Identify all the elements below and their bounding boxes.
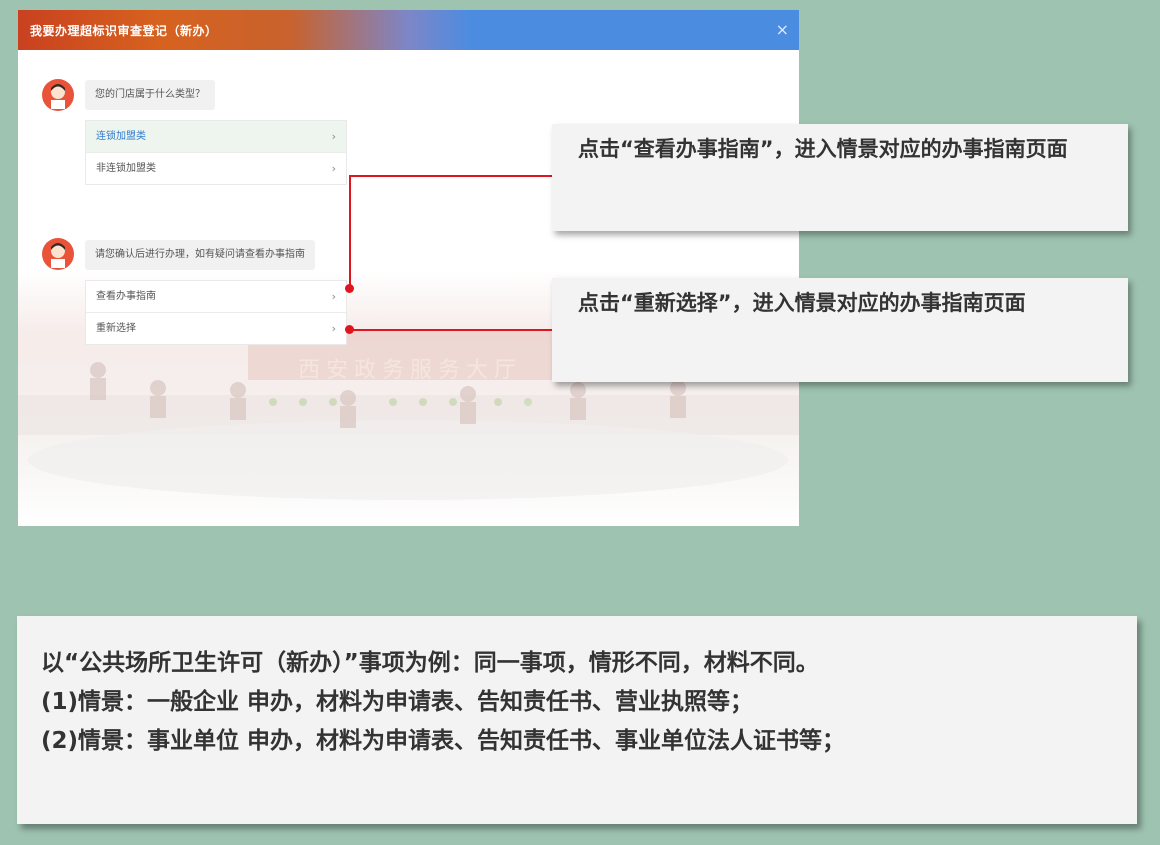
option-chain-franchise[interactable]: 连锁加盟类 ›: [86, 121, 346, 153]
question-bubble-2: 请您确认后进行办理，如有疑问请查看办事指南: [85, 240, 315, 270]
option-label: 连锁加盟类: [96, 131, 146, 142]
avatar-icon: [51, 243, 65, 268]
option-list-1: 连锁加盟类 › 非连锁加盟类 ›: [85, 120, 347, 185]
question-bubble-1: 您的门店属于什么类型？: [85, 80, 215, 110]
info-box: 以“公共场所卫生许可（新办）”事项为例：同一事项，情形不同，材料不同。 (1)情…: [17, 616, 1137, 824]
callout-reselect: 点击“重新选择”，进入情景对应的办事指南页面: [552, 278, 1128, 382]
connector-line: [349, 175, 351, 288]
chevron-right-icon: ›: [331, 130, 336, 143]
option-label: 非连锁加盟类: [96, 163, 156, 174]
option-reselect[interactable]: 重新选择 ›: [86, 313, 346, 344]
dialog-header: 我要办理超标识审查登记（新办） ×: [18, 10, 799, 50]
option-list-2: 查看办事指南 › 重新选择 ›: [85, 280, 347, 345]
assistant-avatar: [42, 238, 74, 270]
service-dialog: 我要办理超标识审查登记（新办） × 西安政务服务大厅 您的门店属于什么类型？ 连…: [18, 10, 799, 526]
connector-dot: [345, 284, 354, 293]
info-line-intro: 以“公共场所卫生许可（新办）”事项为例：同一事项，情形不同，材料不同。: [41, 650, 819, 676]
connector-line: [349, 175, 552, 177]
chevron-right-icon: ›: [331, 162, 336, 175]
option-non-chain-franchise[interactable]: 非连锁加盟类 ›: [86, 153, 346, 184]
option-view-guide[interactable]: 查看办事指南 ›: [86, 281, 346, 313]
close-icon[interactable]: ×: [776, 20, 789, 39]
callout-text: 点击“查看办事指南”，进入情景对应的办事指南页面: [578, 137, 1068, 161]
assistant-avatar: [42, 79, 74, 111]
info-line-scenario-2: (2)情景：事业单位 申办，材料为申请表、告知责任书、事业单位法人证书等；: [41, 728, 846, 754]
connector-dot: [345, 325, 354, 334]
connector-line: [349, 329, 552, 331]
option-label: 查看办事指南: [96, 291, 156, 302]
chevron-right-icon: ›: [331, 290, 336, 303]
option-label: 重新选择: [96, 323, 136, 334]
avatar-icon: [51, 84, 65, 109]
hall-signboard-text: 西安政务服务大厅: [298, 358, 523, 383]
dialog-title: 我要办理超标识审查登记（新办）: [30, 24, 218, 38]
callout-view-guide: 点击“查看办事指南”，进入情景对应的办事指南页面: [552, 124, 1128, 231]
callout-text: 点击“重新选择”，进入情景对应的办事指南页面: [578, 291, 1026, 315]
info-line-scenario-1: (1)情景：一般企业 申办，材料为申请表、告知责任书、营业执照等；: [41, 689, 754, 715]
chevron-right-icon: ›: [331, 322, 336, 335]
